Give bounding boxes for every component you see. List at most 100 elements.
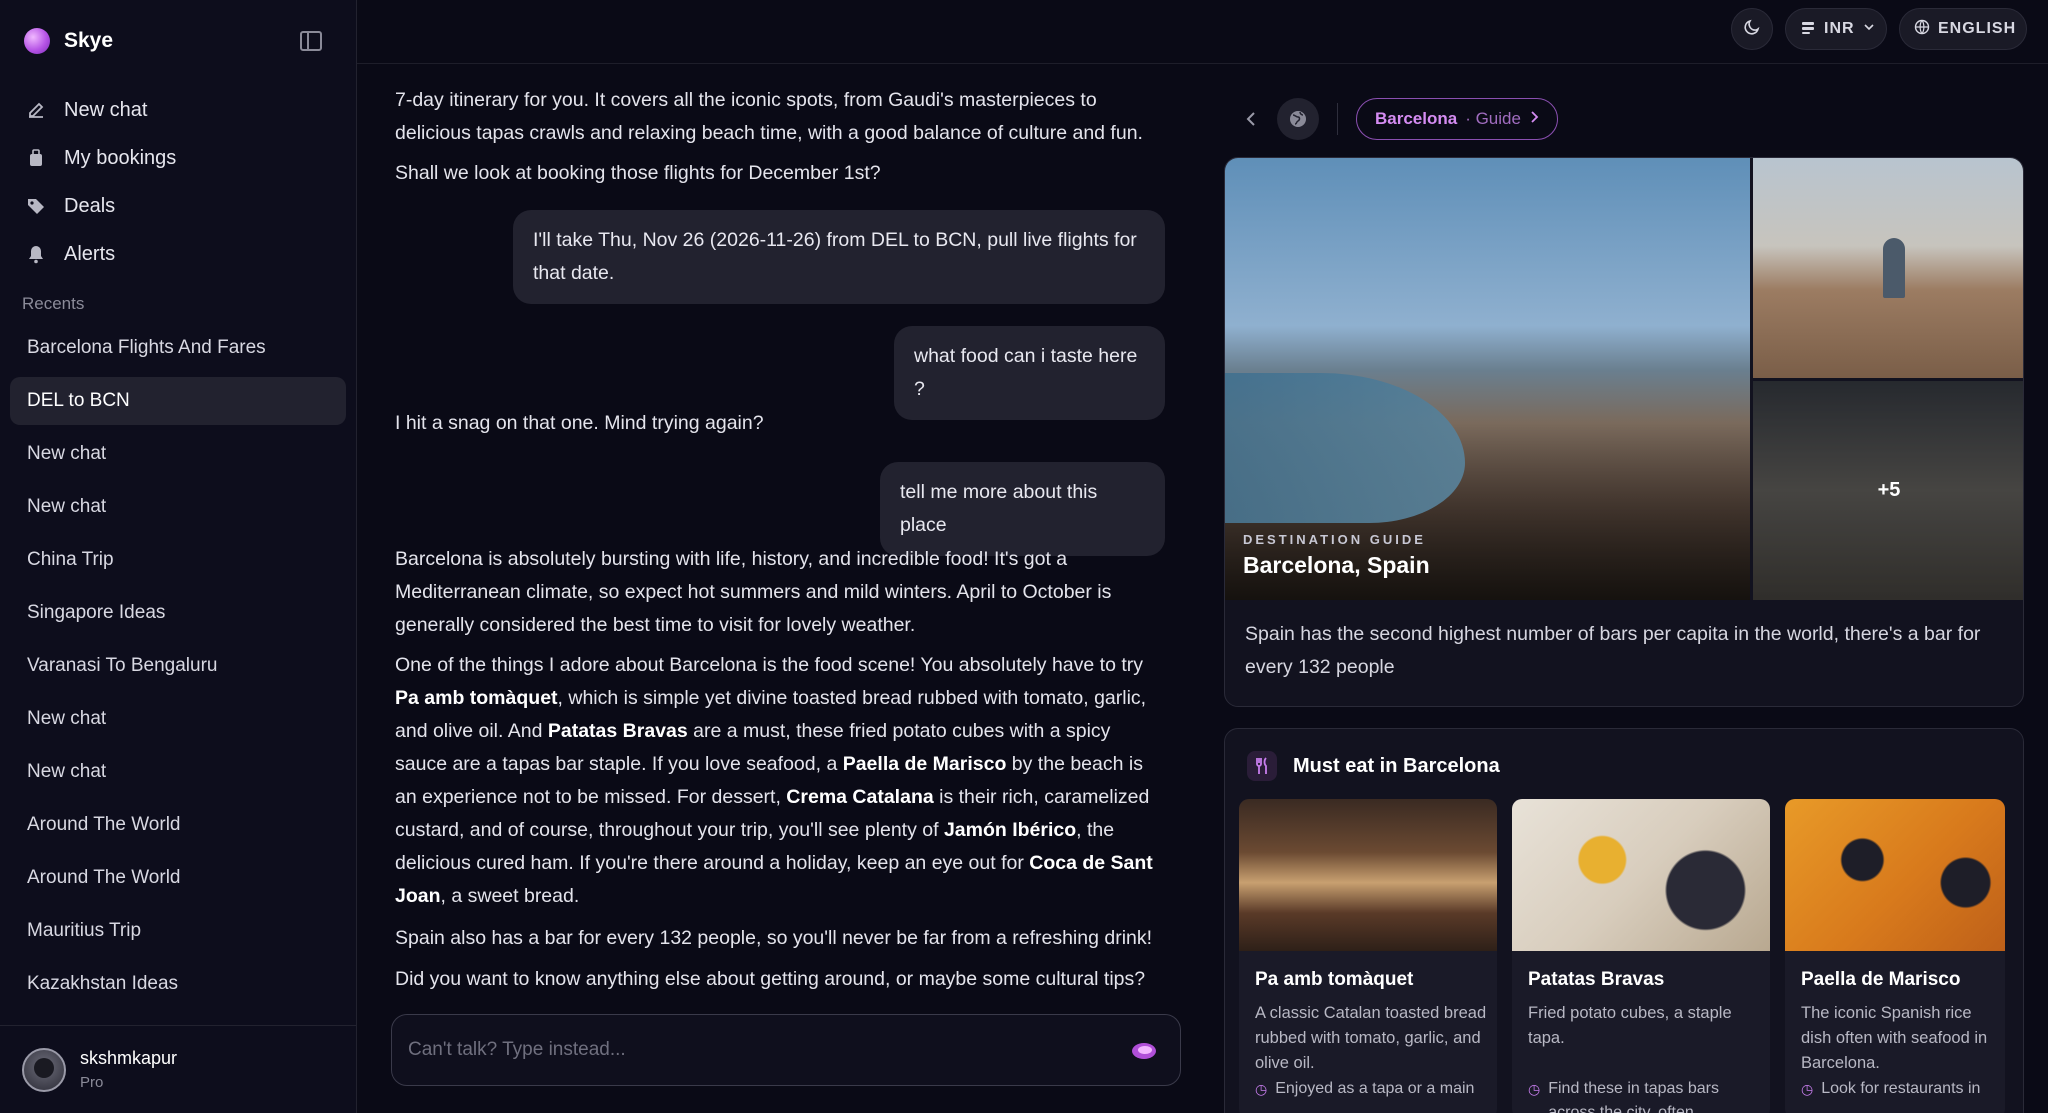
skye-logo-icon: [24, 28, 50, 54]
voice-button[interactable]: [1128, 1035, 1160, 1067]
globe-button[interactable]: [1277, 98, 1319, 140]
clock-icon: ◷: [1528, 1081, 1541, 1097]
recent-chat-item[interactable]: Barcelona Flights And Fares: [10, 324, 346, 372]
user-message: what food can i taste here ?: [894, 326, 1165, 420]
assistant-message: Did you want to know anything else about…: [395, 968, 1146, 990]
recent-chat-item[interactable]: Varanasi To Bengaluru: [10, 642, 346, 690]
gallery-thumbnail[interactable]: [1753, 158, 2023, 378]
user-profile[interactable]: skshmkapur Pro: [0, 1025, 357, 1113]
language-select[interactable]: ENGLISH: [1899, 8, 2027, 50]
nav-new-chat[interactable]: New chat: [26, 86, 176, 134]
chat-thread: 7-day itinerary for you. It covers all t…: [357, 64, 1187, 1113]
chip-section: · Guide: [1465, 109, 1521, 128]
brand[interactable]: Skye: [24, 28, 113, 54]
nav-label: My bookings: [64, 146, 177, 169]
bell-icon: [26, 244, 46, 264]
dish-highlight: Crema Catalana: [786, 786, 934, 808]
destination-panel: Barcelona · Guide DESTINATION GUIDE Barc…: [1187, 64, 2048, 1113]
recent-chat-item[interactable]: New chat: [10, 695, 346, 743]
dish-card[interactable]: Patatas Bravas Fried potato cubes, a sta…: [1512, 799, 1770, 1113]
recent-chat-item[interactable]: New chat: [10, 430, 346, 478]
collapse-sidebar-icon[interactable]: [300, 31, 322, 51]
main-nav: New chat My bookings Deals Alerts: [26, 86, 176, 278]
nav-deals[interactable]: Deals: [26, 182, 176, 230]
user-message: I'll take Thu, Nov 26 (2026-11-26) from …: [513, 210, 1165, 304]
recent-chat-item[interactable]: Mauritius Trip: [10, 907, 346, 955]
dish-description: A classic Catalan toasted bread rubbed w…: [1255, 1004, 1487, 1072]
assistant-message: Barcelona is absolutely bursting with li…: [395, 548, 1112, 636]
tag-icon: [26, 196, 46, 216]
language-label: ENGLISH: [1938, 20, 2017, 37]
recent-chat-item[interactable]: Around The World: [10, 854, 346, 902]
must-eat-header: Must eat in Barcelona: [1247, 751, 1500, 781]
dish-name: Patatas Bravas: [1528, 969, 1665, 990]
nav-label: Alerts: [64, 242, 116, 265]
breadcrumb-chip[interactable]: Barcelona · Guide: [1356, 98, 1558, 140]
hero-image[interactable]: DESTINATION GUIDE Barcelona, Spain: [1225, 158, 1750, 600]
edit-icon: [26, 100, 46, 120]
nav-label: Deals: [64, 194, 116, 217]
app-name: Skye: [64, 29, 114, 52]
dish-card[interactable]: Paella de Marisco The iconic Spanish ric…: [1785, 799, 2005, 1113]
moon-icon: [1743, 18, 1761, 41]
nav-my-bookings[interactable]: My bookings: [26, 134, 176, 182]
assistant-message: Shall we look at booking those flights f…: [395, 162, 881, 184]
dish-image: [1785, 799, 2005, 951]
recents-heading: Recents: [22, 294, 85, 313]
chevron-down-icon: [1863, 20, 1875, 38]
dish-highlight: Pa amb tomàquet: [395, 687, 558, 709]
dish-tip: ◷ Find these in tapas bars across the cit…: [1528, 1077, 1763, 1113]
nav-alerts[interactable]: Alerts: [26, 230, 176, 278]
destination-fact: Spain has the second highest number of b…: [1245, 623, 1981, 678]
dish-tip: ◷ Look for restaurants in: [1801, 1077, 2001, 1101]
back-icon[interactable]: [1239, 107, 1263, 131]
recent-chat-item[interactable]: DEL to BCN: [10, 377, 346, 425]
recent-chat-item[interactable]: Around The World: [10, 801, 346, 849]
gallery-thumbnail[interactable]: +5: [1753, 381, 2023, 600]
recent-chat-item[interactable]: New chat: [10, 483, 346, 531]
hero-title: Barcelona, Spain: [1243, 552, 1430, 578]
clock-icon: ◷: [1801, 1081, 1814, 1097]
hero-sea-shape: [1225, 373, 1465, 523]
dish-description: The iconic Spanish rice dish often with …: [1801, 1004, 1988, 1072]
must-eat-card: Must eat in Barcelona Pa amb tomàquet A …: [1224, 728, 2024, 1113]
dish-description: Fried potato cubes, a staple tapa.: [1528, 1004, 1732, 1047]
chip-destination: Barcelona: [1375, 109, 1458, 128]
message-input[interactable]: [408, 1033, 1108, 1067]
currency-select[interactable]: INR: [1785, 8, 1887, 50]
nav-label: New chat: [64, 98, 148, 121]
recent-chat-item[interactable]: Kazakhstan Ideas: [10, 960, 346, 1008]
assistant-message: One of the things I adore about Barcelon…: [395, 654, 1153, 907]
divider: [1337, 103, 1338, 135]
destination-guide-card[interactable]: DESTINATION GUIDE Barcelona, Spain +5 Sp…: [1224, 157, 2024, 707]
avatar: [22, 1048, 66, 1092]
assistant-message: 7-day itinerary for you. It covers all t…: [395, 89, 1143, 144]
chevron-right-icon: [1529, 109, 1539, 129]
dish-highlight: Paella de Marisco: [842, 753, 1007, 775]
recent-chat-item[interactable]: Singapore Ideas: [10, 589, 346, 637]
currency-icon: [1800, 19, 1816, 40]
dish-name: Paella de Marisco: [1801, 969, 1961, 990]
recent-chat-item[interactable]: New chat: [10, 748, 346, 796]
theme-toggle-button[interactable]: [1731, 8, 1773, 50]
chat-input-box: [391, 1014, 1181, 1086]
dish-image: [1512, 799, 1770, 951]
sidebar: Skye New chat My bookings Deals Alerts R…: [0, 0, 357, 1113]
dish-card[interactable]: Pa amb tomàquet A classic Catalan toaste…: [1239, 799, 1497, 1113]
dish-highlight: Jamón Ibérico: [943, 819, 1077, 841]
dish-highlight: Patatas Bravas: [547, 720, 688, 742]
assistant-message: Spain also has a bar for every 132 peopl…: [395, 927, 1153, 949]
utensils-icon: [1247, 751, 1277, 781]
dish-tip: ◷ Enjoyed as a tapa or a main: [1255, 1077, 1490, 1101]
must-eat-title: Must eat in Barcelona: [1293, 754, 1500, 777]
currency-label: INR: [1824, 20, 1855, 37]
tower-shape: [1883, 238, 1905, 298]
hero-label: DESTINATION GUIDE: [1243, 532, 1426, 547]
top-bar: INR ENGLISH: [357, 0, 2048, 64]
dish-image: [1239, 799, 1497, 951]
dish-name: Pa amb tomàquet: [1255, 969, 1414, 990]
recent-chat-item[interactable]: China Trip: [10, 536, 346, 584]
clock-icon: ◷: [1255, 1081, 1268, 1097]
profile-plan: Pro: [80, 1074, 104, 1091]
more-photos-count: +5: [1753, 381, 2023, 600]
